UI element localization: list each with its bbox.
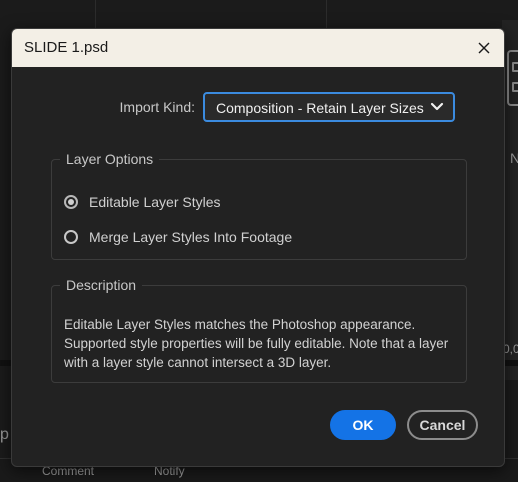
import-kind-value: Composition - Retain Layer Sizes (216, 100, 424, 116)
import-kind-label: Import Kind: (119, 99, 195, 115)
cancel-button[interactable]: Cancel (407, 410, 478, 440)
description-group: Description Editable Layer Styles matche… (51, 277, 467, 383)
background-text-fragment: N (510, 150, 518, 166)
import-dialog: SLIDE 1.psd Import Kind: Composition - R… (11, 28, 505, 467)
close-button[interactable] (474, 38, 494, 58)
close-icon (478, 42, 490, 54)
layer-options-title: Layer Options (66, 151, 154, 167)
dialog-titlebar[interactable]: SLIDE 1.psd (12, 29, 504, 67)
description-title: Description (66, 277, 137, 293)
background-text-fragment: 0,0 (503, 342, 518, 356)
radio-button-unchecked[interactable] (64, 230, 78, 244)
radio-button-checked[interactable] (64, 195, 78, 209)
description-text: Editable Layer Styles matches the Photos… (64, 317, 449, 370)
ok-button[interactable]: OK (330, 410, 396, 440)
layer-options-group: Layer Options Editable Layer Styles Merg… (51, 151, 467, 260)
background-divider (95, 0, 96, 28)
document-icon (507, 50, 518, 106)
background-text-fragment: p (0, 426, 9, 443)
chevron-down-icon (430, 102, 444, 111)
radio-label: Editable Layer Styles (89, 194, 221, 210)
radio-label: Merge Layer Styles Into Footage (89, 229, 293, 245)
background-divider (326, 0, 327, 28)
import-kind-row: Import Kind: Composition - Retain Layer … (12, 91, 504, 123)
dialog-title: SLIDE 1.psd (24, 39, 109, 56)
import-kind-select[interactable]: Composition - Retain Layer Sizes (203, 92, 455, 122)
